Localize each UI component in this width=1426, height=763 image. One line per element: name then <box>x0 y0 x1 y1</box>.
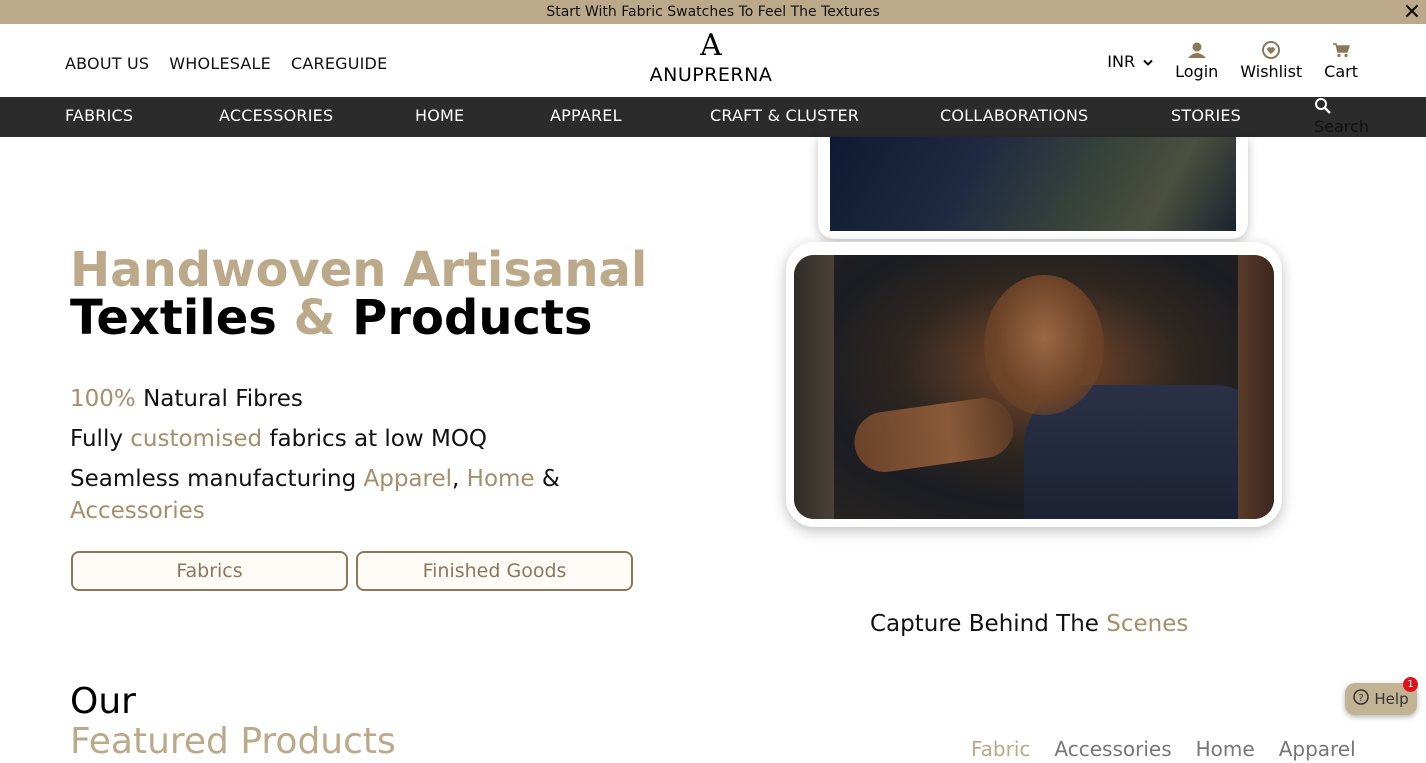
feature-highlight: customised <box>130 426 263 452</box>
pole-shape <box>1238 255 1274 519</box>
tab-fabric[interactable]: Fabric <box>971 737 1030 761</box>
logo-text: ANUPRERNA <box>649 64 773 86</box>
feature-highlight: 100% <box>70 386 136 412</box>
feature-text: fabrics at low MOQ <box>262 426 488 452</box>
nav-apparel[interactable]: APPAREL <box>550 106 622 125</box>
close-icon[interactable]: ✕ <box>1400 0 1424 25</box>
arm-shape <box>850 394 1018 476</box>
search-label: Search <box>1314 117 1369 136</box>
about-us-link[interactable]: ABOUT US <box>65 54 149 73</box>
careguide-link[interactable]: CAREGUIDE <box>291 54 387 73</box>
video-caption: Capture Behind The Scenes <box>870 611 1188 637</box>
video-thumbnail-top[interactable] <box>818 137 1248 239</box>
chevron-down-icon <box>1143 52 1153 71</box>
wishlist-button[interactable]: Wishlist <box>1240 40 1302 81</box>
nav-stories[interactable]: STORIES <box>1171 106 1241 125</box>
feature-natural-fibres: 100% Natural Fibres <box>70 383 303 415</box>
video-frame[interactable] <box>786 242 1282 527</box>
main-nav: FABRICS ACCESSORIES HOME APPAREL CRAFT &… <box>0 97 1426 137</box>
hero-title-part-b: Products <box>335 290 593 346</box>
wishlist-label: Wishlist <box>1240 62 1303 81</box>
top-links: ABOUT US WHOLESALE CAREGUIDE <box>65 54 387 73</box>
currency-select[interactable]: INR <box>1107 52 1153 71</box>
header-actions: INR Login Wishlist Cart <box>1107 40 1358 81</box>
feature-comma: , <box>452 466 467 492</box>
feature-text: Fully <box>70 426 131 452</box>
notification-badge: 1 <box>1403 677 1418 692</box>
login-label: Login <box>1175 62 1219 81</box>
logo[interactable]: A ANUPRERNA <box>643 28 779 87</box>
caption-highlight: Scenes <box>1106 611 1189 637</box>
loom-shape <box>794 255 834 519</box>
hero-title-line2: Textiles & Products <box>70 294 647 342</box>
feature-highlight-apparel: Apparel <box>363 466 453 492</box>
finished-goods-button[interactable]: Finished Goods <box>356 551 633 591</box>
feature-customised: Fully customised fabrics at low MOQ <box>70 423 487 455</box>
cart-label: Cart <box>1324 62 1358 81</box>
featured-heading-line2: Featured Products <box>70 721 396 762</box>
heart-icon <box>1261 40 1281 60</box>
cart-button[interactable]: Cart <box>1324 40 1358 81</box>
feature-text: Natural Fibres <box>135 386 303 412</box>
search-icon <box>1314 97 1332 119</box>
help-label: Help <box>1374 690 1409 708</box>
nav-home[interactable]: HOME <box>415 106 464 125</box>
nav-collaborations[interactable]: COLLABORATIONS <box>940 106 1088 125</box>
announcement-text: Start With Fabric Swatches To Feel The T… <box>546 4 880 20</box>
nav-craft-cluster[interactable]: CRAFT & CLUSTER <box>710 106 859 125</box>
currency-value: INR <box>1107 52 1136 71</box>
feature-ampersand: & <box>534 466 560 492</box>
announcement-bar: Start With Fabric Swatches To Feel The T… <box>0 0 1426 25</box>
wholesale-link[interactable]: WHOLESALE <box>169 54 271 73</box>
hero-title-amp: & <box>293 290 336 346</box>
feature-manufacturing: Seamless manufacturing Apparel, Home & Ac… <box>70 463 630 527</box>
caption-text: Capture Behind The <box>870 611 1107 637</box>
user-icon <box>1187 40 1207 60</box>
video-thumbnail-image <box>830 137 1236 231</box>
featured-heading-line1: Our <box>70 681 136 722</box>
artisan-photo <box>794 255 1274 519</box>
logo-mark: A <box>700 28 722 63</box>
fabrics-button[interactable]: Fabrics <box>71 551 348 591</box>
hero-title: Handwoven Artisanal Textiles & Products <box>70 246 647 342</box>
help-circle-icon: ? <box>1353 689 1370 709</box>
featured-tabs: Fabric Accessories Home Apparel <box>971 737 1356 761</box>
svg-text:?: ? <box>1359 693 1364 704</box>
nav-accessories[interactable]: ACCESSORIES <box>219 106 333 125</box>
login-button[interactable]: Login <box>1175 40 1218 81</box>
featured-heading: Our Featured Products <box>70 682 396 762</box>
nav-fabrics[interactable]: FABRICS <box>65 106 133 125</box>
hero-title-part-a: Textiles <box>70 290 294 346</box>
cart-icon <box>1332 40 1351 60</box>
feature-text: Seamless manufacturing <box>70 466 364 492</box>
site-header: ABOUT US WHOLESALE CAREGUIDE A ANUPRERNA… <box>0 24 1426 97</box>
tab-accessories[interactable]: Accessories <box>1054 737 1171 761</box>
face-shape <box>984 275 1104 415</box>
hero-title-line1: Handwoven Artisanal <box>70 242 648 298</box>
feature-highlight-accessories: Accessories <box>70 498 205 524</box>
tab-home[interactable]: Home <box>1196 737 1255 761</box>
feature-highlight-home: Home <box>466 466 535 492</box>
tab-apparel[interactable]: Apparel <box>1279 737 1356 761</box>
